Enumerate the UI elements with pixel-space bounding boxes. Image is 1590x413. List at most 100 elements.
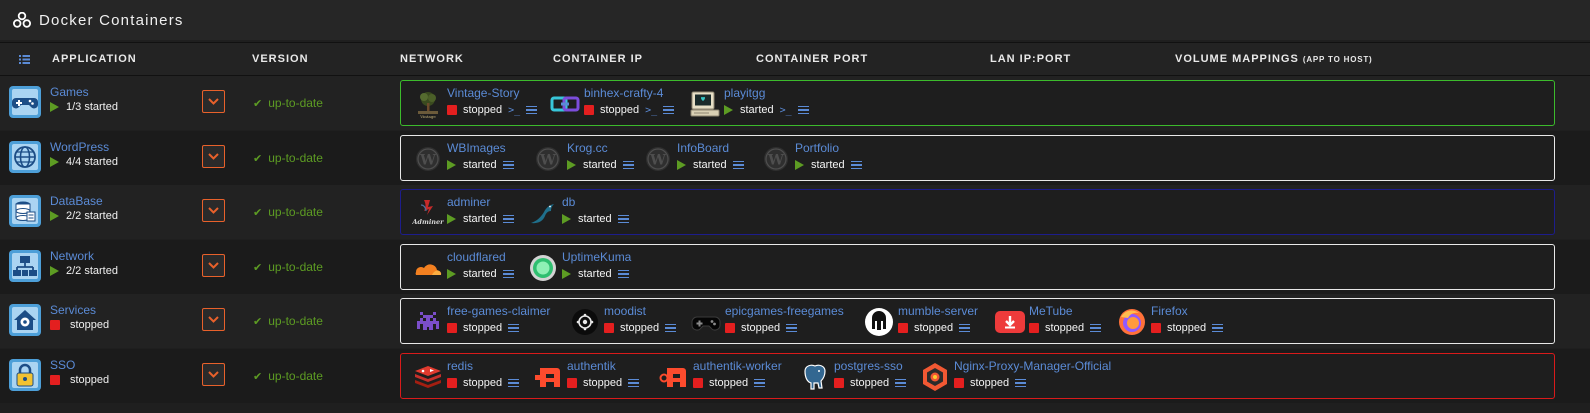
wordpress-icon[interactable]: W <box>412 143 444 175</box>
container-menu-icon[interactable] <box>502 269 514 279</box>
padlock-icon[interactable] <box>9 359 41 391</box>
list-view-icon[interactable] <box>19 55 30 64</box>
console-icon[interactable]: >_ <box>645 105 657 116</box>
mumble-icon[interactable] <box>863 306 895 338</box>
mariadb-seal-icon[interactable] <box>527 197 559 229</box>
column-header-container-ip[interactable]: CONTAINER IP <box>553 53 643 65</box>
container-menu-icon[interactable] <box>508 378 520 388</box>
container-name[interactable]: epicgames-freegames <box>725 304 844 318</box>
container-name[interactable]: redis <box>447 359 473 373</box>
firefox-icon[interactable] <box>1116 306 1148 338</box>
container-menu-icon[interactable] <box>1212 323 1224 333</box>
folder-dropdown-button[interactable] <box>202 145 225 168</box>
crafty-link-icon[interactable] <box>549 88 581 120</box>
folder-name[interactable]: Games <box>50 85 89 99</box>
authentik-worker-icon[interactable] <box>658 361 690 393</box>
column-header-volume-mappings[interactable]: VOLUME MAPPINGS (APP TO HOST) <box>1175 53 1373 65</box>
container-menu-icon[interactable] <box>1015 378 1027 388</box>
wordpress-icon[interactable]: W <box>532 143 564 175</box>
folder-dropdown-button[interactable] <box>202 254 225 277</box>
adminer-icon[interactable]: Adminer <box>411 197 444 229</box>
wordpress-icon[interactable]: W <box>642 143 674 175</box>
container-menu-icon[interactable] <box>732 160 744 170</box>
folder-name[interactable]: Network <box>50 249 94 263</box>
folder-name[interactable]: DataBase <box>50 194 103 208</box>
container-name[interactable]: postgres-sso <box>834 359 903 373</box>
container-menu-icon[interactable] <box>786 323 798 333</box>
container-name[interactable]: Vintage-Story <box>447 86 520 100</box>
container-name[interactable]: MeTube <box>1029 304 1073 318</box>
container-menu-icon[interactable] <box>628 378 640 388</box>
column-header-network[interactable]: NETWORK <box>400 53 464 65</box>
column-header-container-port[interactable]: CONTAINER PORT <box>756 53 868 65</box>
container-menu-icon[interactable] <box>617 214 629 224</box>
column-header-lan-ip-port[interactable]: LAN IP:PORT <box>990 53 1071 65</box>
container-menu-icon[interactable] <box>797 105 809 115</box>
container-menu-icon[interactable] <box>622 160 634 170</box>
container-menu-icon[interactable] <box>502 160 514 170</box>
space-invader-icon[interactable] <box>412 306 444 338</box>
container-name[interactable]: Portfolio <box>795 141 839 155</box>
folder-status: 1/3 started <box>50 101 118 113</box>
metube-download-icon[interactable] <box>994 306 1026 338</box>
gamepad-icon[interactable] <box>9 86 41 118</box>
container-menu-icon[interactable] <box>502 214 514 224</box>
container-name[interactable]: WBImages <box>447 141 506 155</box>
container-status: stopped <box>725 322 798 334</box>
container-menu-icon[interactable] <box>895 378 907 388</box>
folder-dropdown-button[interactable] <box>202 363 225 386</box>
container-name[interactable]: free-games-claimer <box>447 304 550 318</box>
uptime-kuma-icon[interactable] <box>527 252 559 284</box>
globe-icon[interactable] <box>9 141 41 173</box>
folder-status-label: 2/2 started <box>66 265 118 277</box>
database-icon[interactable] <box>9 195 41 227</box>
container-name[interactable]: db <box>562 195 575 209</box>
container-menu-icon[interactable] <box>663 105 675 115</box>
folder-name[interactable]: SSO <box>50 358 75 372</box>
column-header-application[interactable]: APPLICATION <box>52 53 137 65</box>
container-name[interactable]: UptimeKuma <box>562 250 631 264</box>
container-name[interactable]: Firefox <box>1151 304 1188 318</box>
container-name[interactable]: authentik-worker <box>693 359 782 373</box>
folder-dropdown-button[interactable] <box>202 308 225 331</box>
authentik-icon[interactable] <box>532 361 564 393</box>
column-header-version[interactable]: VERSION <box>252 53 309 65</box>
container-menu-icon[interactable] <box>959 323 971 333</box>
network-diagram-icon[interactable] <box>9 250 41 282</box>
container-name[interactable]: InfoBoard <box>677 141 729 155</box>
folder-name[interactable]: Services <box>50 303 96 317</box>
container-name[interactable]: binhex-crafty-4 <box>584 86 663 100</box>
container-menu-icon[interactable] <box>754 378 766 388</box>
container-name[interactable]: cloudflared <box>447 250 506 264</box>
cloudflare-icon[interactable] <box>412 252 444 284</box>
container-name[interactable]: playitgg <box>724 86 765 100</box>
container-status-label: stopped <box>463 104 503 116</box>
folder-name[interactable]: WordPress <box>50 140 109 154</box>
container-menu-icon[interactable] <box>1090 323 1102 333</box>
console-icon[interactable]: >_ <box>780 105 792 116</box>
container-menu-icon[interactable] <box>526 105 538 115</box>
gamepad-black-icon[interactable] <box>690 306 722 338</box>
container-status-label: stopped <box>583 377 623 389</box>
container-menu-icon[interactable] <box>617 269 629 279</box>
container-menu-icon[interactable] <box>508 323 520 333</box>
console-icon[interactable]: >_ <box>508 105 520 116</box>
folder-dropdown-button[interactable] <box>202 199 225 222</box>
retro-computer-icon[interactable] <box>689 88 721 120</box>
folder-dropdown-button[interactable] <box>202 90 225 113</box>
redis-icon[interactable] <box>412 361 444 393</box>
container-name[interactable]: Nginx-Proxy-Manager-Official <box>954 359 1111 373</box>
container-name[interactable]: mumble-server <box>898 304 978 318</box>
postgresql-elephant-icon[interactable] <box>799 361 831 393</box>
container-name[interactable]: adminer <box>447 195 490 209</box>
container-menu-icon[interactable] <box>850 160 862 170</box>
container-name[interactable]: authentik <box>567 359 616 373</box>
wordpress-icon[interactable]: W <box>760 143 792 175</box>
moodist-icon[interactable] <box>569 306 601 338</box>
gear-house-icon[interactable] <box>9 304 41 336</box>
container-name[interactable]: moodist <box>604 304 646 318</box>
container-menu-icon[interactable] <box>665 323 677 333</box>
container-name[interactable]: Krog.cc <box>567 141 608 155</box>
vintage-story-icon[interactable]: Vintage <box>412 88 444 120</box>
nginx-proxy-manager-icon[interactable] <box>919 361 951 393</box>
